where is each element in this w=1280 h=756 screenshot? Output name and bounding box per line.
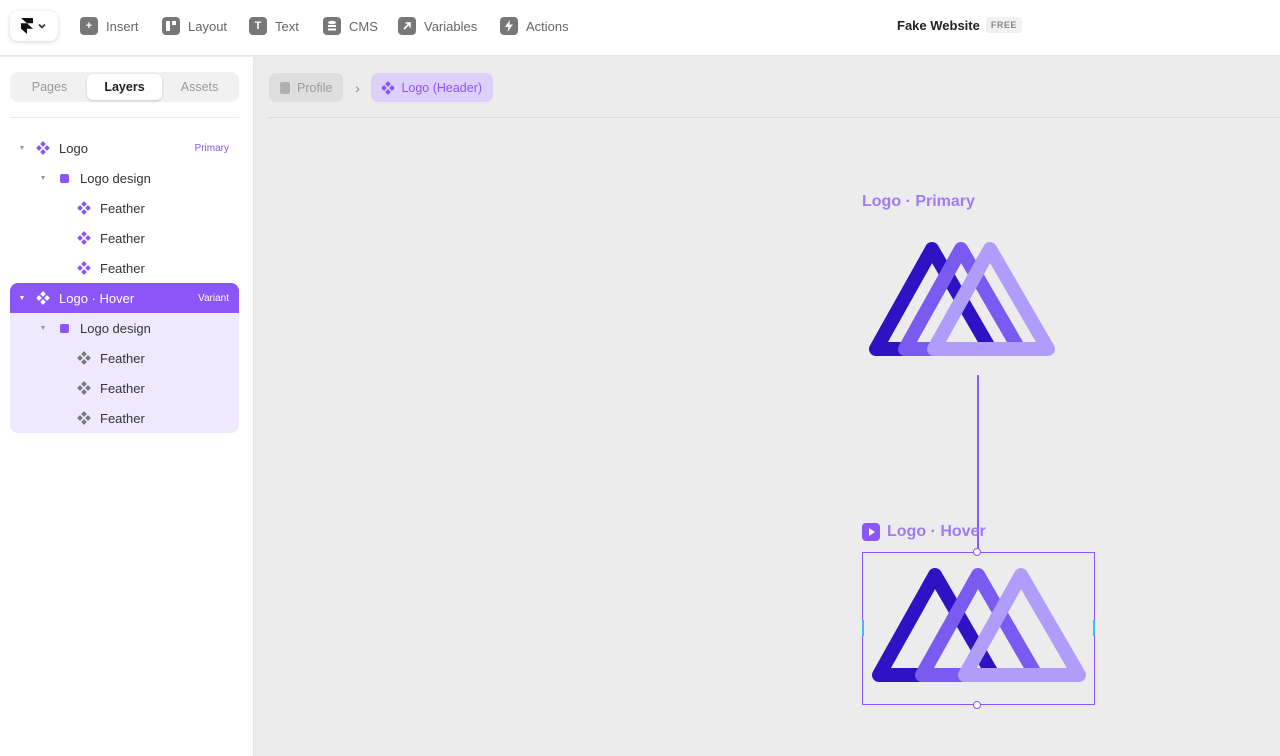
layer-label: Feather [100,200,145,216]
breadcrumb-component-label: Logo (Header) [401,80,483,95]
layer-row[interactable]: Feather [10,223,239,253]
component-icon [77,411,91,425]
layout-label: Layout [188,18,228,34]
resize-handle-left[interactable] [862,620,864,636]
breadcrumb-component[interactable]: Logo (Header) [371,73,494,102]
breadcrumb-page[interactable]: Profile [269,73,344,102]
actions-label: Actions [526,18,569,34]
plus-icon: + [80,17,98,35]
layer-label: Logo · Hover [59,290,135,306]
hover-variant-title: Logo · Hover [887,523,986,540]
caret-down-icon[interactable]: ▼ [18,144,26,152]
variables-label: Variables [424,18,478,34]
component-icon [381,80,396,95]
layer-row[interactable]: Feather [10,403,239,433]
layer-row[interactable]: Feather [10,253,239,283]
layer-row[interactable]: Feather [10,343,239,373]
framer-logo-icon [21,18,33,34]
insert-button[interactable]: + Insert [80,16,139,36]
layer-label: Logo design [80,170,151,186]
component-icon [77,231,91,245]
play-icon[interactable] [862,523,880,541]
component-icon [36,141,50,155]
layout-button[interactable]: Layout [162,16,227,36]
primary-variant-title: Logo · Primary [862,193,975,210]
variables-button[interactable]: Variables [398,16,477,36]
primary-variant-label[interactable]: Logo · Primary [862,193,975,211]
bolt-icon [500,17,518,35]
hover-variant-label[interactable]: Logo · Hover [862,523,986,541]
cms-label: CMS [349,18,378,34]
app-menu-button[interactable] [10,11,58,41]
plan-badge: FREE [985,17,1022,33]
text-label: Text [275,18,299,34]
database-icon [323,17,341,35]
caret-down-icon[interactable]: ▼ [39,174,47,182]
resize-handle-right[interactable] [1093,620,1095,636]
site-name: Fake Website [897,17,980,33]
cms-button[interactable]: CMS [323,16,378,36]
breadcrumb: Profile › Logo (Header) [269,73,494,102]
layout-icon [162,17,180,35]
layer-row[interactable]: ▼ Logo design [10,163,239,193]
component-icon [77,261,91,275]
page-icon [280,81,290,94]
breadcrumb-page-label: Profile [297,80,333,95]
left-sidebar: Pages Layers Assets ▼ Logo Primary ▼ Log… [0,57,254,756]
component-icon [77,201,91,215]
caret-down-icon[interactable]: ▼ [39,324,47,332]
resize-handle-top[interactable] [973,548,981,556]
layer-tag: Variant [198,292,229,304]
chevron-right-icon: › [355,79,360,96]
tab-pages[interactable]: Pages [12,74,87,100]
layer-row[interactable]: Feather [10,373,239,403]
site-title[interactable]: Fake Website FREE [897,17,1022,33]
component-icon [36,291,50,305]
layer-row[interactable]: ▼ Logo Primary [10,133,239,163]
component-icon [77,381,91,395]
layer-label: Logo design [80,320,151,336]
frame-icon [60,173,69,183]
layer-label: Feather [100,380,145,396]
frame-icon [60,323,69,333]
layer-label: Feather [100,230,145,246]
sidebar-tabs: Pages Layers Assets [10,72,239,102]
component-icon [77,351,91,365]
top-toolbar: + Insert Layout T Text CMS Variables Act… [0,0,1280,56]
tab-assets[interactable]: Assets [162,74,237,100]
chevron-down-icon [38,23,46,29]
sidebar-divider [10,117,239,118]
layer-tag: Primary [194,142,229,154]
layer-row[interactable]: Feather [10,193,239,223]
hover-logo-graphic [872,568,1086,682]
resize-handle-bottom[interactable] [973,701,981,709]
layer-row-selected[interactable]: ▼ Logo · Hover Variant [10,283,239,313]
layer-label: Feather [100,350,145,366]
layer-label: Feather [100,410,145,426]
caret-down-icon[interactable]: ▼ [18,294,26,302]
design-canvas[interactable]: Profile › Logo (Header) Logo · Primary L… [255,57,1280,756]
selection-box[interactable] [862,548,1095,709]
layer-label: Logo [59,140,88,156]
arrow-up-right-icon [398,17,416,35]
text-icon: T [249,17,267,35]
actions-button[interactable]: Actions [500,16,569,36]
layer-row[interactable]: ▼ Logo design [10,313,239,343]
primary-logo-graphic[interactable] [862,237,1068,367]
insert-label: Insert [106,18,139,34]
canvas-divider [268,117,1280,118]
text-button[interactable]: T Text [249,16,299,36]
tab-layers[interactable]: Layers [87,74,162,100]
layer-label: Feather [100,260,145,276]
